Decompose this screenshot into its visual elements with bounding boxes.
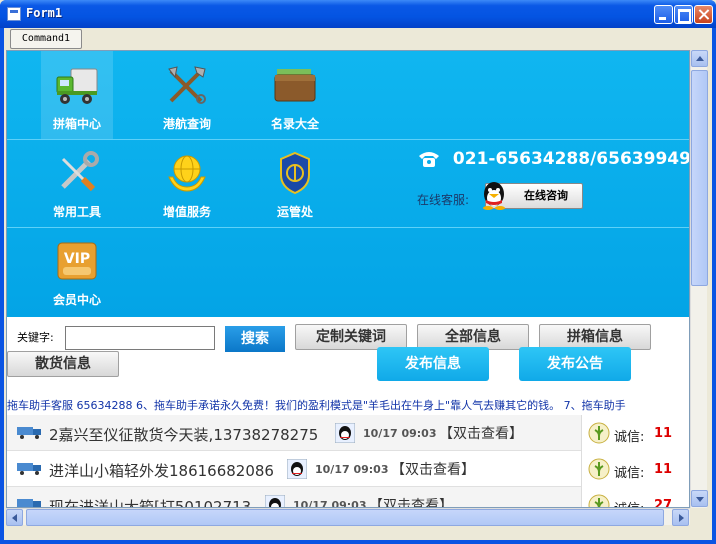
listing-title: 进洋山小箱轻外发18616682086 — [49, 462, 274, 480]
online-consult-button[interactable]: 在线咨询 — [483, 182, 583, 210]
hotline: 021-65634288/65639949 — [417, 149, 690, 169]
minimize-button[interactable] — [654, 5, 673, 24]
news-ticker: 拖车助手客服 65634288 6、拖车助手承诺永久免费！我们的盈利模式是"羊毛… — [7, 399, 626, 412]
wheat-credit-icon — [588, 458, 610, 480]
chevron-up-icon — [696, 56, 704, 61]
credit-value: 27 — [654, 498, 673, 508]
globe-hands-icon — [168, 155, 206, 192]
nav-panel: 拼箱中心 港航查询 名录大全 常用工具 增值服务 运管处 VIP 会员中心 02… — [7, 51, 690, 317]
wallet-icon — [274, 69, 316, 102]
scroll-right-button[interactable] — [672, 509, 689, 526]
listing-view-link[interactable]: 【双击查看】 — [391, 459, 475, 479]
search-button[interactable]: 搜索 — [225, 326, 285, 352]
title-bar[interactable]: Form1 — [0, 0, 716, 28]
credit-label: 诚信: — [614, 498, 644, 507]
qq-penguin-icon — [483, 182, 505, 210]
bulk-cargo-info-button[interactable]: 散货信息 — [7, 351, 119, 377]
nav-item-member-center[interactable]: VIP 会员中心 — [41, 227, 113, 315]
wheat-credit-icon — [588, 422, 610, 444]
scroll-down-button[interactable] — [691, 490, 708, 507]
close-button[interactable] — [694, 5, 713, 24]
credit-label: 诚信: — [614, 466, 645, 481]
nav-item-value-added[interactable]: 增值服务 — [151, 139, 223, 227]
maximize-button[interactable] — [674, 5, 693, 24]
credit-box: 诚信: 27 — [581, 487, 689, 508]
vip-card-icon: VIP — [57, 242, 97, 280]
hotline-number: 021-65634288/65639949 — [452, 149, 690, 169]
horizontal-scroll-thumb[interactable] — [26, 509, 664, 526]
command1-button[interactable]: Command1 — [10, 29, 82, 49]
nav-item-label: 常用工具 — [52, 205, 101, 219]
search-area: 关键字: 搜索 定制关键词 全部信息 拼箱信息 散货信息 发布信息 发布公告 — [7, 317, 689, 387]
vertical-scrollbar[interactable] — [690, 50, 708, 508]
truck-icon — [17, 499, 41, 507]
nav-item-directory[interactable]: 名录大全 — [259, 51, 331, 139]
credit-label: 诚信: — [614, 430, 645, 445]
keyword-label: 关键字: — [17, 331, 54, 344]
nav-item-transport-office[interactable]: 运管处 — [259, 139, 331, 227]
truck-icon — [17, 427, 41, 439]
list-item[interactable]: 2嘉兴至仪征散货今天装,13738278275 10/17 09:03 【双击查… — [7, 415, 689, 451]
nav-item-label: 增值服务 — [162, 205, 211, 219]
publish-notice-button[interactable]: 发布公告 — [519, 347, 631, 381]
chevron-down-icon — [696, 497, 704, 502]
truck-icon — [17, 463, 41, 475]
listing-list: 2嘉兴至仪征散货今天装,13738278275 10/17 09:03 【双击查… — [7, 415, 689, 508]
listing-title: 2嘉兴至仪征散货今天装,13738278275 — [49, 426, 319, 444]
online-consult-label: 在线咨询 — [524, 189, 568, 202]
nav-item-label: 拼箱中心 — [52, 117, 101, 131]
client-area: Command1 拼箱中心 港航查询 名录大全 常用工具 增值服务 运管处 VI… — [4, 28, 712, 540]
list-item[interactable]: 现在进洋山大箱[打50102713 10/17 09:03 【双击查看】 诚信: — [7, 487, 689, 508]
qq-penguin-icon[interactable] — [265, 495, 285, 508]
tools-cross-icon — [168, 66, 206, 104]
vertical-scroll-thumb[interactable] — [691, 70, 708, 286]
publish-info-button[interactable]: 发布信息 — [377, 347, 489, 381]
svg-text:VIP: VIP — [64, 251, 90, 267]
nav-item-label: 名录大全 — [270, 117, 319, 131]
wrench-screwdriver-icon — [61, 151, 99, 192]
horizontal-scrollbar[interactable] — [6, 508, 690, 526]
keyword-input[interactable] — [65, 326, 215, 350]
telephone-icon — [419, 152, 439, 167]
web-view: 拼箱中心 港航查询 名录大全 常用工具 增值服务 运管处 VIP 会员中心 02… — [6, 50, 690, 508]
qq-penguin-icon[interactable] — [335, 423, 355, 443]
credit-box: 诚信: 11 — [581, 451, 689, 487]
app-window: Form1 Command1 拼箱中心 港航查询 名录大全 常用工具 增值服务 … — [0, 0, 716, 544]
listing-view-link[interactable]: 【双击查看】 — [439, 423, 523, 443]
app-icon — [7, 7, 21, 21]
credit-box: 诚信: 11 — [581, 415, 689, 451]
online-service-label: 在线客服: — [417, 193, 470, 207]
credit-value: 11 — [654, 462, 673, 477]
nav-item-consolidation-center[interactable]: 拼箱中心 — [41, 51, 113, 139]
credit-value: 11 — [654, 426, 673, 441]
chevron-left-icon — [12, 514, 17, 522]
wheat-credit-icon — [588, 494, 610, 507]
police-badge-icon — [280, 151, 310, 195]
nav-item-label: 会员中心 — [52, 293, 101, 307]
nav-item-label: 运管处 — [276, 205, 313, 219]
chevron-right-icon — [679, 514, 684, 522]
nav-item-label: 港航查询 — [162, 117, 211, 131]
qq-penguin-icon[interactable] — [287, 459, 307, 479]
nav-item-common-tools[interactable]: 常用工具 — [41, 139, 113, 227]
truck-icon — [56, 68, 98, 104]
listing-time: 10/17 09:03 — [293, 499, 367, 508]
listing-title: 现在进洋山大箱[打50102713 — [49, 498, 252, 508]
window-title: Form1 — [26, 6, 63, 20]
listing-time: 10/17 09:03 — [315, 463, 389, 476]
scroll-left-button[interactable] — [6, 509, 23, 526]
scroll-up-button[interactable] — [691, 50, 708, 67]
list-item[interactable]: 进洋山小箱轻外发18616682086 10/17 09:03 【双击查看】 诚 — [7, 451, 689, 487]
listing-time: 10/17 09:03 — [363, 427, 437, 440]
listing-view-link[interactable]: 【双击查看】 — [369, 495, 453, 507]
nav-item-port-query[interactable]: 港航查询 — [151, 51, 223, 139]
